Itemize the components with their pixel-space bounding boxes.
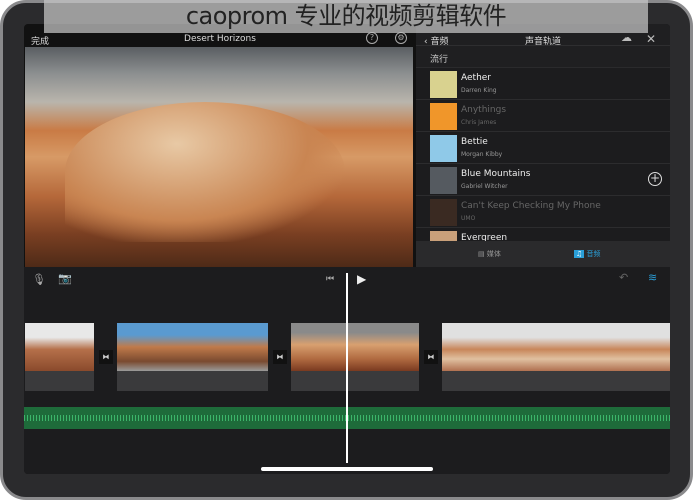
clip-audio-strip	[117, 371, 268, 391]
project-title: Desert Horizons	[184, 34, 256, 44]
playhead[interactable]	[346, 273, 348, 463]
panel-tabs: ▤ 媒体 ♫ 音频	[416, 241, 670, 267]
gear-icon[interactable]: ⚙	[395, 32, 407, 44]
album-art	[430, 199, 457, 226]
track-row[interactable]: Anythings Chris James	[416, 100, 670, 132]
track-name: Blue Mountains	[461, 169, 531, 179]
timeline-area: 🎙 📷 ⏮ ▶ ↶ ≋ ⧓ ⧓ ⧓	[24, 267, 670, 474]
tab-media[interactable]: ▤ 媒体	[478, 249, 501, 259]
track-name: Can't Keep Checking My Phone	[461, 201, 601, 211]
track-artist: Gabriel Witcher	[461, 183, 508, 190]
clip-audio-strip	[442, 371, 670, 391]
track-row[interactable]: Aether Darren King	[416, 68, 670, 100]
play-icon[interactable]: ▶	[357, 272, 366, 286]
track-row[interactable]: Bettie Morgan Kibby	[416, 132, 670, 164]
track-artist: Darren King	[461, 87, 497, 94]
camera-icon[interactable]: 📷	[58, 272, 72, 285]
undo-icon[interactable]: ↶	[619, 271, 628, 284]
track-name: Aether	[461, 73, 492, 83]
audio-waveform-icon[interactable]: ≋	[648, 271, 657, 284]
transition-icon[interactable]: ⧓	[273, 350, 287, 364]
film-icon: ▤	[478, 250, 487, 258]
section-header: 流行	[416, 46, 670, 68]
track-row[interactable]: Blue Mountains Gabriel Witcher +	[416, 164, 670, 196]
track-artist: UMO	[461, 215, 476, 222]
add-track-button[interactable]: +	[648, 172, 662, 186]
transition-icon[interactable]: ⧓	[99, 350, 113, 364]
album-art	[430, 167, 457, 194]
imovie-screen: 完成 Desert Horizons ? ⚙ ‹ 音频 声音轨道 ☁ ✕ 流行 …	[24, 24, 670, 474]
album-art	[430, 135, 457, 162]
clip-audio-strip	[25, 371, 94, 391]
track-artist: Morgan Kibby	[461, 151, 503, 158]
close-icon[interactable]: ✕	[646, 32, 656, 46]
music-note-icon: ♫	[574, 250, 585, 258]
album-art	[430, 103, 457, 130]
audio-panel: ‹ 音频 声音轨道 ☁ ✕ 流行 Aether Darren King Anyt…	[416, 24, 670, 267]
transition-icon[interactable]: ⧓	[424, 350, 438, 364]
clip-audio-strip	[291, 371, 419, 391]
album-art	[430, 71, 457, 98]
track-name: Bettie	[461, 137, 488, 147]
video-clip[interactable]	[25, 323, 94, 371]
track-name: Anythings	[461, 105, 507, 115]
video-clip[interactable]	[117, 323, 268, 371]
video-preview	[25, 47, 413, 267]
microphone-icon[interactable]: 🎙	[32, 273, 46, 286]
video-clip[interactable]	[442, 323, 670, 371]
track-artist: Chris James	[461, 119, 497, 126]
tab-audio[interactable]: ♫ 音频	[574, 249, 601, 259]
watermark-banner: caoprom 专业的视频剪辑软件	[44, 0, 648, 33]
help-icon[interactable]: ?	[366, 32, 378, 44]
skip-back-icon[interactable]: ⏮	[326, 274, 334, 284]
home-indicator	[261, 467, 433, 471]
video-clip[interactable]	[291, 323, 419, 371]
track-row[interactable]: Can't Keep Checking My Phone UMO	[416, 196, 670, 228]
